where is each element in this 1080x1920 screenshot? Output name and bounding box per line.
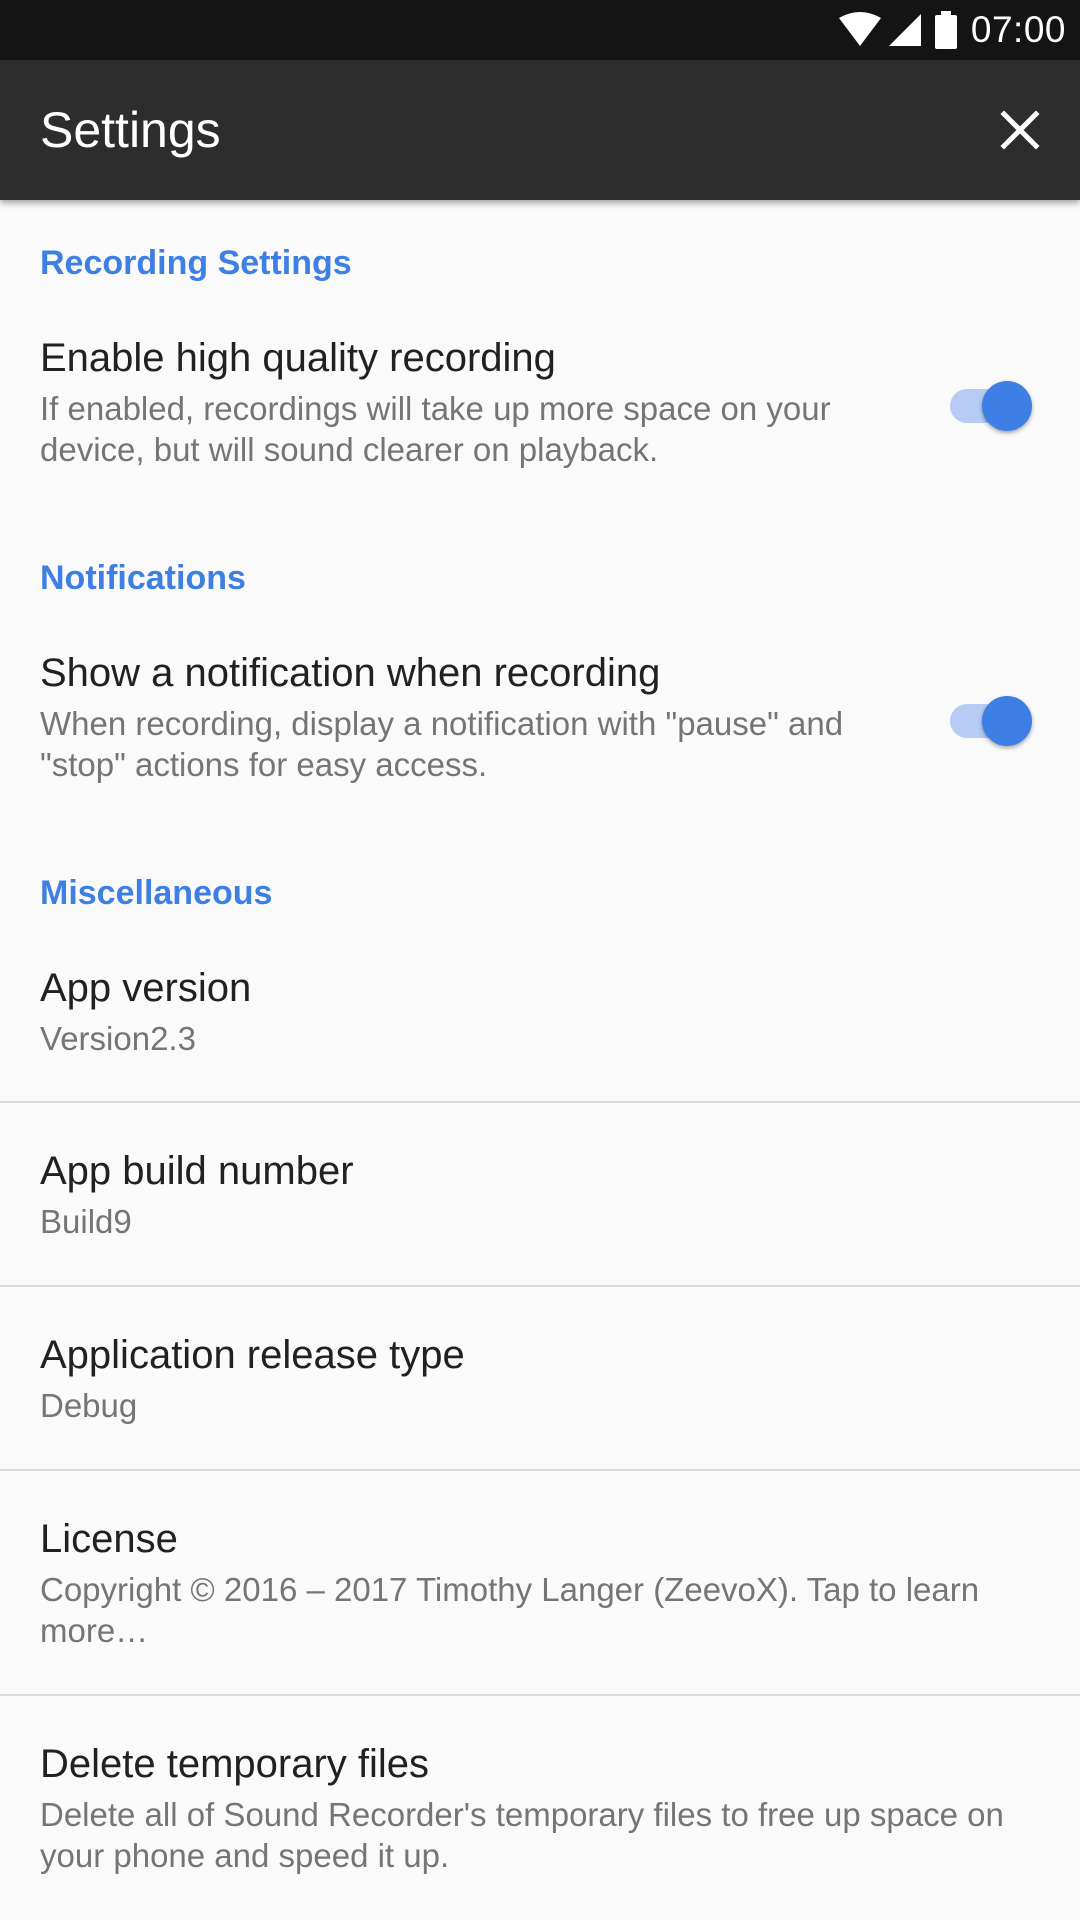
pref-title: Delete temporary files bbox=[40, 1742, 430, 1786]
toggle-thumb bbox=[982, 381, 1032, 431]
pref-summary: If enabled, recordings will take up more… bbox=[40, 390, 831, 468]
pref-title: Show a notification when recording bbox=[40, 651, 661, 695]
battery-icon bbox=[934, 11, 957, 49]
pref-summary: Debug bbox=[40, 1387, 138, 1424]
pref-release-type[interactable]: Application release type Debug bbox=[0, 1287, 1080, 1470]
section-header-miscellaneous: Miscellaneous bbox=[40, 874, 273, 912]
pref-show-notification[interactable]: Show a notification when recording When … bbox=[0, 625, 1080, 783]
pref-title: Application release type bbox=[40, 1333, 465, 1377]
close-icon bbox=[1000, 110, 1040, 150]
page-title: Settings bbox=[40, 102, 221, 158]
notification-toggle[interactable] bbox=[950, 688, 1034, 746]
high-quality-toggle[interactable] bbox=[950, 373, 1034, 431]
pref-title: Enable high quality recording bbox=[40, 336, 556, 380]
pref-summary: Version2.3 bbox=[40, 1020, 196, 1057]
pref-summary: Copyright © 2016 – 2017 Timothy Langer (… bbox=[40, 1571, 980, 1649]
pref-summary: When recording, display a notification w… bbox=[40, 705, 844, 783]
pref-title: App build number bbox=[40, 1149, 354, 1193]
status-clock: 07:00 bbox=[970, 9, 1066, 50]
toggle-thumb bbox=[982, 696, 1032, 746]
pref-summary: Delete all of Sound Recorder's temporary… bbox=[40, 1796, 1004, 1874]
pref-title: License bbox=[40, 1517, 178, 1561]
cell-signal-icon bbox=[888, 14, 921, 46]
wifi-icon bbox=[838, 12, 881, 46]
close-button[interactable] bbox=[960, 60, 1080, 200]
app-bar: Settings bbox=[0, 60, 1080, 200]
section-header-notifications: Notifications bbox=[40, 559, 246, 597]
pref-summary: Build9 bbox=[40, 1203, 132, 1240]
pref-delete-temp-files[interactable]: Delete temporary files Delete all of Sou… bbox=[0, 1696, 1080, 1920]
status-bar: 07:00 bbox=[0, 0, 1080, 60]
pref-app-version[interactable]: App version Version2.3 bbox=[0, 940, 1080, 1102]
pref-license[interactable]: License Copyright © 2016 – 2017 Timothy … bbox=[0, 1471, 1080, 1695]
status-icons: 07:00 bbox=[837, 0, 1066, 60]
pref-app-build-number[interactable]: App build number Build9 bbox=[0, 1103, 1080, 1286]
pref-high-quality-recording[interactable]: Enable high quality recording If enabled… bbox=[0, 310, 1080, 468]
pref-title: App version bbox=[40, 966, 252, 1010]
section-header-recording: Recording Settings bbox=[40, 244, 352, 282]
